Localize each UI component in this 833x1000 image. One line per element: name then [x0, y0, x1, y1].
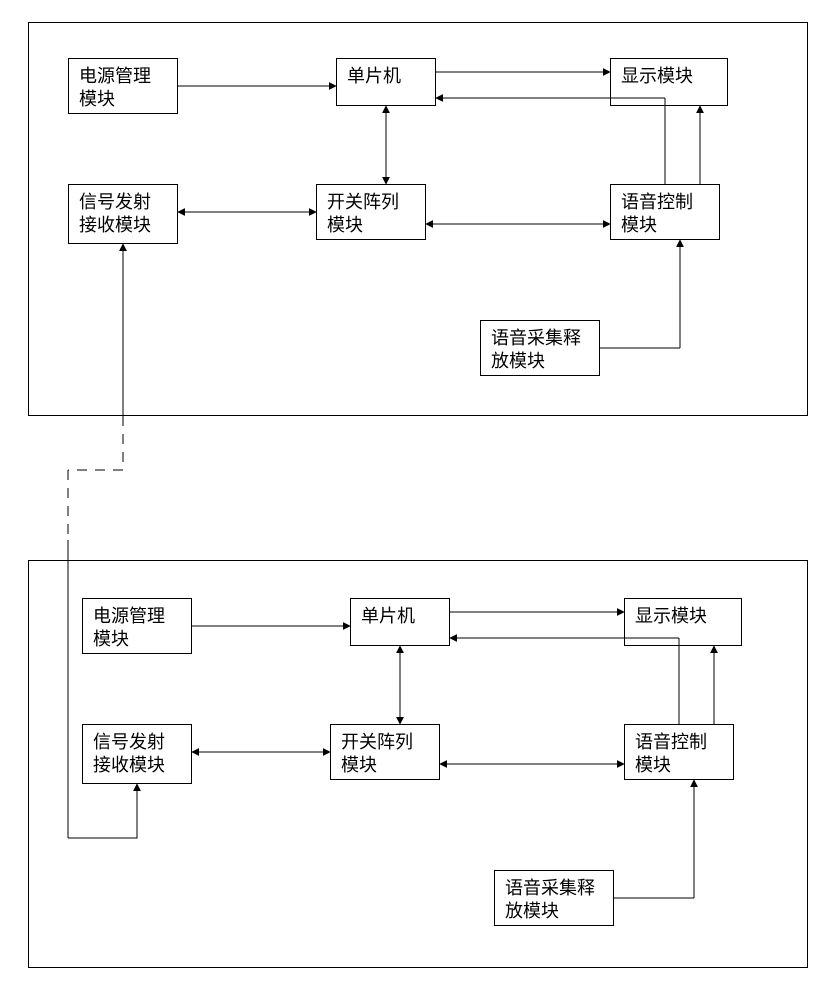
unit-b-mcu: 单片机: [350, 598, 450, 646]
unit-b-voice: 语音控制模块: [624, 724, 734, 780]
unit-b-audio-label: 语音采集释放模块: [505, 878, 595, 921]
unit-b-power: 电源管理模块: [82, 598, 192, 654]
unit-a-display-label: 显示模块: [621, 66, 693, 86]
unit-a-mcu: 单片机: [336, 58, 436, 106]
unit-a-switch-label: 开关阵列模块: [327, 192, 399, 235]
unit-a-audio-label: 语音采集释放模块: [491, 328, 581, 371]
unit-a-power: 电源管理模块: [68, 58, 178, 114]
unit-b-switch: 开关阵列模块: [330, 724, 440, 780]
unit-a-voice: 语音控制模块: [610, 184, 720, 240]
unit-b-rf-label: 信号发射接收模块: [93, 732, 165, 775]
unit-a-rf-label: 信号发射接收模块: [79, 192, 151, 235]
unit-a-voice-label: 语音控制模块: [621, 192, 693, 235]
unit-a-display: 显示模块: [610, 58, 728, 106]
unit-b-display: 显示模块: [624, 598, 742, 646]
unit-b-display-label: 显示模块: [635, 606, 707, 626]
unit-a-rf: 信号发射接收模块: [68, 184, 178, 244]
diagram-stage: 电源管理模块 单片机 显示模块 信号发射接收模块 开关阵列模块 语音控制模块 语…: [0, 0, 833, 1000]
unit-a-mcu-label: 单片机: [347, 66, 401, 86]
unit-b-mcu-label: 单片机: [361, 606, 415, 626]
unit-b-switch-label: 开关阵列模块: [341, 732, 413, 775]
unit-a-audio: 语音采集释放模块: [480, 320, 600, 376]
unit-a-switch: 开关阵列模块: [316, 184, 426, 240]
unit-b-voice-label: 语音控制模块: [635, 732, 707, 775]
unit-b-power-label: 电源管理模块: [93, 606, 165, 649]
unit-b-audio: 语音采集释放模块: [494, 870, 614, 926]
unit-b-rf: 信号发射接收模块: [82, 724, 192, 784]
unit-a-power-label: 电源管理模块: [79, 66, 151, 109]
